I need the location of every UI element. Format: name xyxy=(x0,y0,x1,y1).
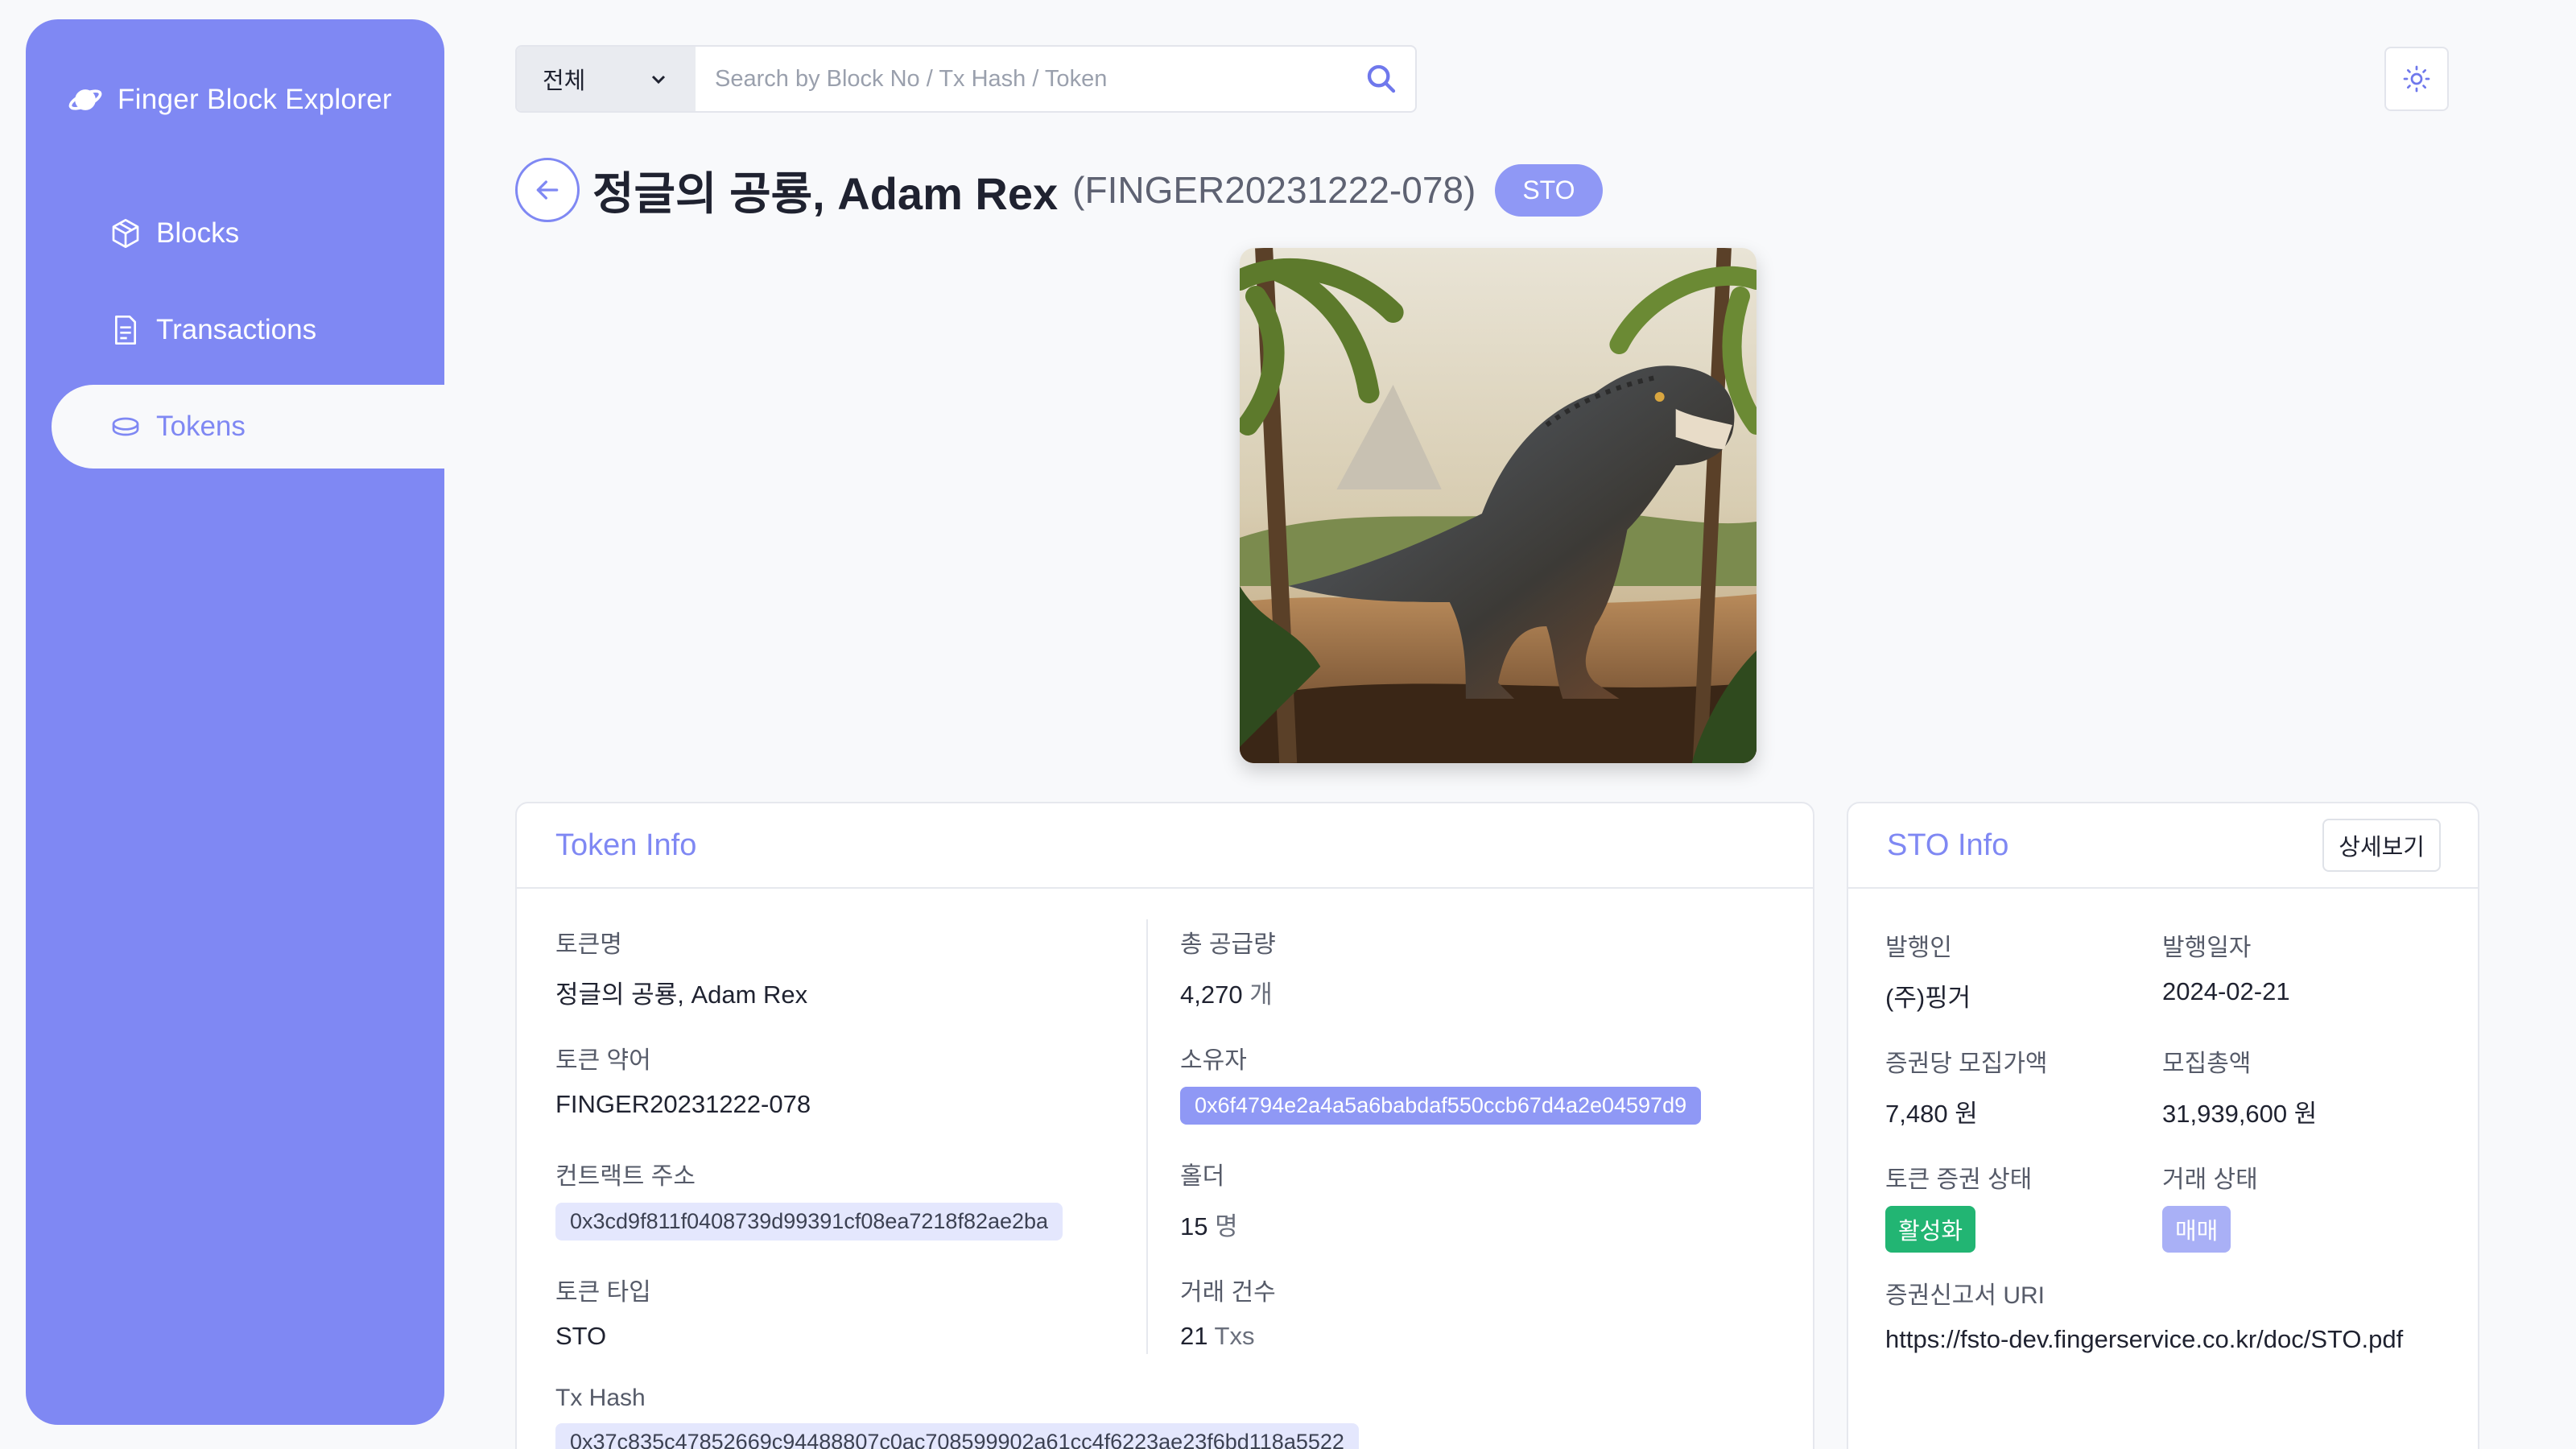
token-status-field: 토큰 증권 상태 활성화 xyxy=(1885,1159,2032,1253)
field-label: 발행일자 xyxy=(2162,935,2252,961)
tx-count-value: 21 xyxy=(1180,1322,1208,1350)
column-divider xyxy=(1146,919,1148,1354)
cube-icon xyxy=(112,219,139,248)
brand-title: Finger Block Explorer xyxy=(118,84,392,115)
token-status-badge: 활성화 xyxy=(1885,1206,1976,1253)
trade-status-badge: 매매 xyxy=(2162,1206,2231,1253)
dinosaur-illustration xyxy=(1240,248,1757,763)
planet-logo-icon xyxy=(68,89,102,110)
tx-count-field: 거래 건수 21 Txs xyxy=(1180,1272,1276,1351)
search-bar: 전체 xyxy=(515,45,1417,113)
token-name-field: 토큰명 정글의 공룡, Adam Rex xyxy=(555,924,807,1010)
token-info-card: Token Info xyxy=(515,802,1814,1449)
total-supply-unit: 개 xyxy=(1249,980,1273,1009)
field-label: 홀더 xyxy=(1180,1163,1225,1190)
total-supply-field: 총 공급량 4,270 개 xyxy=(1180,924,1276,1010)
search-filter-value: 전체 xyxy=(543,68,586,94)
price-per-share-field: 증권당 모집가액 7,480 원 xyxy=(1885,1043,2048,1129)
token-type-badge: STO xyxy=(1495,163,1603,217)
chevron-down-icon xyxy=(651,75,666,85)
prospectus-uri-link[interactable]: https://fsto-dev.fingerservice.co.kr/doc… xyxy=(1885,1325,2403,1354)
theme-toggle-button[interactable] xyxy=(2384,47,2449,111)
field-value: 2024-02-21 xyxy=(2162,977,2290,1005)
token-image xyxy=(1240,248,1757,763)
field-label: 거래 건수 xyxy=(1180,1279,1276,1306)
contract-address-field: 컨트랙트 주소 0x3cd9f811f0408739d99391cf08ea72… xyxy=(555,1156,1063,1241)
sidebar-item-label: Blocks xyxy=(156,217,240,249)
field-label: 소유자 xyxy=(1180,1047,1247,1074)
token-info-title: Token Info xyxy=(555,828,697,862)
field-label: 토큰 약어 xyxy=(555,1047,651,1074)
sto-info-header: STO Info 상세보기 xyxy=(1848,803,2478,889)
field-label: 토큰 증권 상태 xyxy=(1885,1166,2033,1193)
page-title: 정글의 공룡, Adam Rex xyxy=(592,167,1059,219)
page-title-row: 정글의 공룡, Adam Rex (FINGER20231222-078) ST… xyxy=(592,158,1603,222)
sidebar-item-transactions[interactable]: Transactions xyxy=(52,288,444,372)
sidebar-item-tokens[interactable]: Tokens xyxy=(52,385,444,469)
issue-date-field: 발행일자 2024-02-21 xyxy=(2162,927,2290,1006)
field-value: 정글의 공룡, Adam Rex xyxy=(555,980,808,1009)
field-label: 증권신고서 URI xyxy=(1885,1282,2045,1309)
owner-field: 소유자 0x6f4794e2a4a5a6babdaf550ccb67d4a2e0… xyxy=(1180,1040,1702,1125)
field-value: FINGER20231222-078 xyxy=(555,1090,811,1118)
sidebar: Finger Block Explorer Blocks Transaction… xyxy=(26,19,444,1425)
token-symbol-field: 토큰 약어 FINGER20231222-078 xyxy=(555,1040,811,1119)
token-info-header: Token Info xyxy=(517,803,1813,889)
sto-info-title: STO Info xyxy=(1887,828,2009,862)
holders-value: 15 xyxy=(1180,1212,1208,1241)
field-label: 증권당 모집가액 xyxy=(1885,1051,2048,1077)
search-icon xyxy=(1367,64,1396,93)
search-input[interactable] xyxy=(696,47,1348,111)
field-value: 31,939,600 원 xyxy=(2162,1100,2318,1128)
field-value: 7,480 원 xyxy=(1885,1100,1978,1128)
field-label: 토큰명 xyxy=(555,931,622,958)
total-supply-value: 4,270 xyxy=(1180,980,1243,1009)
field-label: 발행인 xyxy=(1885,935,1952,961)
field-value: 15 명 xyxy=(1180,1206,1238,1242)
token-type-field: 토큰 타입 STO xyxy=(555,1272,651,1351)
sun-icon xyxy=(2403,65,2430,93)
tx-hash-field: Tx Hash 0x37c835c47852669c94488807c0ac70… xyxy=(555,1385,1359,1449)
search-filter-select[interactable]: 전체 xyxy=(517,47,696,111)
sidebar-item-label: Transactions xyxy=(156,314,317,345)
field-label: 모집총액 xyxy=(2162,1051,2252,1077)
view-details-button[interactable]: 상세보기 xyxy=(2322,819,2441,872)
contract-address-link[interactable]: 0x3cd9f811f0408739d99391cf08ea7218f82ae2… xyxy=(555,1203,1063,1241)
coin-icon xyxy=(112,417,139,436)
search-button[interactable] xyxy=(1348,47,1415,111)
tx-hash-link[interactable]: 0x37c835c47852669c94488807c0ac708599902a… xyxy=(555,1423,1359,1449)
field-value: (주)핑거 xyxy=(1885,984,1971,1012)
trade-status-field: 거래 상태 매매 xyxy=(2162,1159,2258,1253)
field-label: 토큰 타입 xyxy=(555,1279,651,1306)
sidebar-item-blocks[interactable]: Blocks xyxy=(52,192,444,275)
field-label: 거래 상태 xyxy=(2162,1166,2258,1193)
total-raise-field: 모집총액 31,939,600 원 xyxy=(2162,1043,2317,1129)
tx-count-unit: Txs xyxy=(1214,1322,1255,1350)
back-button[interactable] xyxy=(515,158,580,222)
field-value: 21 Txs xyxy=(1180,1322,1276,1351)
owner-address-link[interactable]: 0x6f4794e2a4a5a6babdaf550ccb67d4a2e04597… xyxy=(1180,1087,1702,1125)
field-label: 총 공급량 xyxy=(1180,931,1276,958)
issuer-field: 발행인 (주)핑거 xyxy=(1885,927,1971,1013)
sidebar-item-label: Tokens xyxy=(156,411,246,442)
field-value: STO xyxy=(555,1322,607,1350)
document-icon xyxy=(115,316,136,345)
holders-unit: 명 xyxy=(1215,1212,1238,1241)
arrow-left-icon xyxy=(536,180,559,200)
holders-field: 홀더 15 명 xyxy=(1180,1156,1238,1242)
field-value: 4,270 개 xyxy=(1180,974,1276,1010)
field-label: Tx Hash xyxy=(555,1385,646,1411)
prospectus-uri-field: 증권신고서 URI https://fsto-dev.fingerservice… xyxy=(1885,1275,2403,1354)
brand[interactable]: Finger Block Explorer xyxy=(68,82,392,118)
token-symbol: (FINGER20231222-078) xyxy=(1072,169,1476,211)
field-label: 컨트랙트 주소 xyxy=(555,1163,696,1190)
